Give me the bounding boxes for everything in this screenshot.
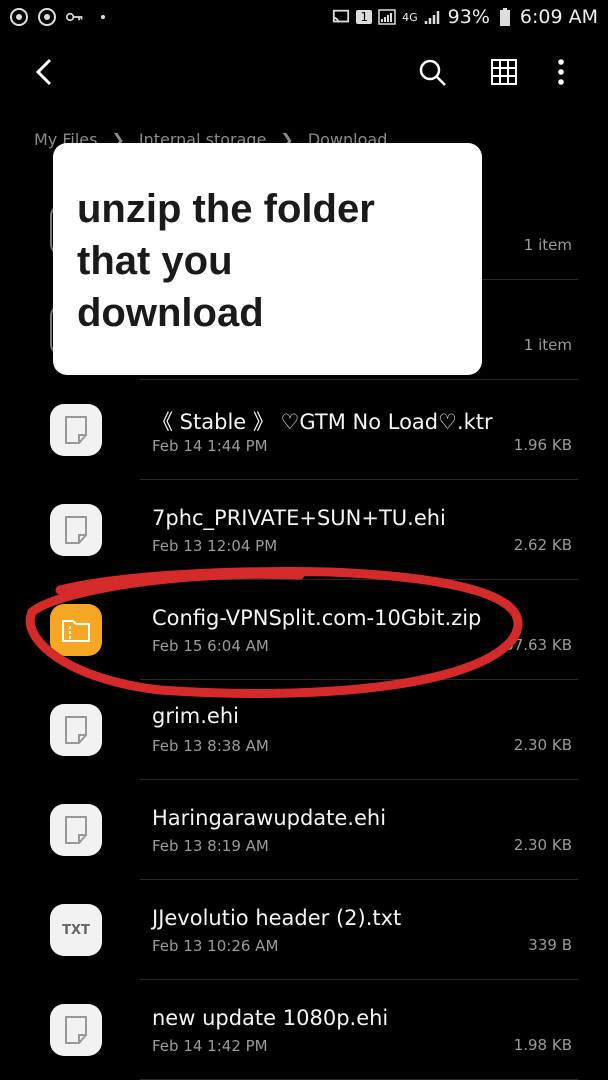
key-icon	[66, 8, 84, 26]
more-vert-icon	[558, 59, 564, 85]
battery-icon	[496, 8, 514, 26]
folder-item-count: 1 item	[523, 236, 572, 254]
file-name: Config-VPNSplit.com-10Gbit.zip	[152, 606, 482, 630]
system-status: 1 4G 93% 6:09 AM	[332, 6, 598, 28]
file-name: JJevolutio header (2).txt	[152, 906, 402, 930]
notification-icons	[10, 8, 112, 26]
network-type: 4G	[402, 10, 418, 24]
file-date: Feb 15 6:04 AM	[152, 637, 269, 655]
chrome-icon	[38, 8, 56, 26]
file-row[interactable]: Haringarawupdate.ehi Feb 13 8:19 AM 2.30…	[0, 780, 608, 880]
clock: 6:09 AM	[519, 6, 598, 28]
instruction-callout: unzip the folder that you download	[53, 143, 482, 375]
file-row[interactable]: 7phc_PRIVATE+SUN+TU.ehi Feb 13 12:04 PM …	[0, 480, 608, 580]
callout-line: that you	[77, 239, 233, 283]
file-name: grim.ehi	[152, 704, 239, 728]
status-bar: 1 4G 93% 6:09 AM	[0, 0, 608, 36]
file-name: 7phc_PRIVATE+SUN+TU.ehi	[152, 506, 446, 530]
file-size: 339 B	[528, 936, 572, 954]
callout-text: unzip the folder that you download	[77, 183, 467, 339]
document-icon	[50, 704, 102, 756]
file-date: Feb 14 1:42 PM	[152, 1037, 268, 1055]
dot-icon	[94, 8, 112, 26]
more-options-button[interactable]	[541, 52, 581, 92]
file-date: Feb 13 8:19 AM	[152, 837, 269, 855]
search-icon	[419, 59, 446, 86]
zip-archive-icon	[50, 604, 102, 656]
file-date: Feb 14 1:44 PM	[152, 437, 268, 455]
search-button[interactable]	[412, 52, 452, 92]
chevron-left-icon	[35, 58, 52, 86]
app-toolbar	[0, 40, 608, 104]
callout-line: unzip the folder	[77, 187, 375, 231]
grid-view-button[interactable]	[484, 52, 524, 92]
signal-bars-icon	[424, 8, 442, 26]
file-size: 1.96 KB	[513, 436, 572, 454]
text-file-icon: TXT	[50, 904, 102, 956]
back-button[interactable]	[28, 52, 68, 92]
file-name: new update 1080p.ehi	[152, 1006, 389, 1030]
file-date: Feb 13 8:38 AM	[152, 737, 269, 755]
file-size: 2.30 KB	[513, 736, 572, 754]
callout-line: download	[77, 291, 264, 335]
file-size: 67.63 KB	[504, 636, 572, 654]
file-row[interactable]: 《 Stable 》 ♡GTM No Load♡.ktr Feb 14 1:44…	[0, 380, 608, 480]
file-name: 《 Stable 》 ♡GTM No Load♡.ktr	[152, 410, 493, 434]
file-name: Haringarawupdate.ehi	[152, 806, 387, 830]
chrome-icon	[10, 8, 28, 26]
file-row[interactable]: new update 1080p.ehi Feb 14 1:42 PM 1.98…	[0, 980, 608, 1080]
file-size: 2.30 KB	[513, 836, 572, 854]
grid-view-icon	[491, 59, 517, 85]
folder-item-count: 1 item	[523, 336, 572, 354]
file-date: Feb 13 12:04 PM	[152, 537, 278, 555]
document-icon	[50, 1004, 102, 1056]
file-row[interactable]: grim.ehi Feb 13 8:38 AM 2.30 KB	[0, 680, 608, 780]
file-size: 1.98 KB	[513, 1036, 572, 1054]
cast-icon	[332, 8, 350, 26]
sim-badge: 1	[356, 10, 373, 24]
document-icon	[50, 804, 102, 856]
signal-icon	[378, 8, 396, 26]
file-row[interactable]: TXT JJevolutio header (2).txt Feb 13 10:…	[0, 880, 608, 980]
document-icon	[50, 504, 102, 556]
file-size: 2.62 KB	[513, 536, 572, 554]
battery-percent: 93%	[447, 6, 490, 28]
file-row[interactable]: Config-VPNSplit.com-10Gbit.zip Feb 15 6:…	[0, 580, 608, 680]
document-icon	[50, 404, 102, 456]
file-date: Feb 13 10:26 AM	[152, 937, 279, 955]
